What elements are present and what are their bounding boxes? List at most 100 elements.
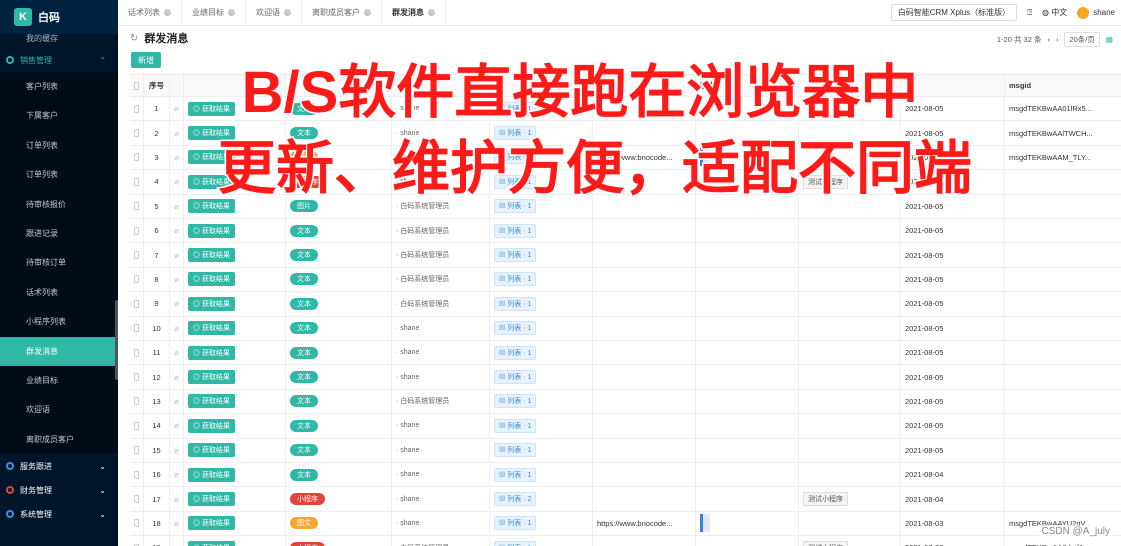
tab[interactable]: 业绩目标	[182, 0, 246, 26]
row-checkbox[interactable]	[134, 421, 139, 430]
sidebar-item[interactable]: 小程序列表	[0, 307, 118, 337]
row-checkbox[interactable]	[134, 348, 139, 357]
help-icon[interactable]: ⍰	[1027, 8, 1032, 18]
sidebar-item[interactable]: 群发消息	[0, 336, 118, 366]
list-tag[interactable]: ☒ 列表 · 1	[494, 516, 537, 531]
tab[interactable]: 欢迎语	[246, 0, 302, 26]
get-result-button[interactable]: ◎ 获取结果	[188, 443, 235, 458]
get-result-button[interactable]: ◎ 获取结果	[188, 150, 235, 165]
thumbnail-image[interactable]	[700, 514, 710, 533]
row-checkbox[interactable]	[134, 519, 139, 528]
list-tag[interactable]: ☒ 列表 · 1	[494, 150, 537, 165]
sidebar-item[interactable]: 跟进记录	[0, 218, 118, 249]
row-checkbox[interactable]	[134, 251, 139, 260]
row-checkbox[interactable]	[134, 446, 139, 455]
thumbnail-image[interactable]	[700, 148, 710, 167]
sidebar-item[interactable]: 订单列表	[0, 160, 118, 190]
close-icon[interactable]	[284, 9, 291, 16]
list-tag[interactable]: ☒ 列表 · 2	[494, 492, 537, 507]
refresh-icon[interactable]: ↻	[130, 33, 138, 44]
language-switch[interactable]: ◍ 中文	[1042, 7, 1067, 18]
close-icon[interactable]	[364, 9, 371, 16]
sidebar-item[interactable]: 待审核报价	[0, 189, 118, 219]
sidebar-item[interactable]: 下属客户	[0, 101, 118, 131]
sidebar-item[interactable]: 订单列表	[0, 130, 118, 161]
list-tag[interactable]: ☒ 列表 · 1	[494, 443, 537, 458]
list-tag[interactable]: ☒ 列表 · 1	[494, 223, 537, 238]
get-result-button[interactable]: ◎ 获取结果	[188, 223, 235, 238]
row-checkbox[interactable]	[134, 129, 139, 138]
next-page-icon[interactable]: ›	[1056, 35, 1059, 44]
list-tag[interactable]: ☒ 列表 · 1	[494, 199, 537, 214]
row-checkbox[interactable]	[134, 373, 139, 382]
sidebar-group-3[interactable]: 系统管理 ⌄	[0, 502, 118, 526]
list-tag[interactable]: ☒ 列表 · 1	[494, 394, 537, 409]
select-all-checkbox[interactable]	[134, 81, 139, 90]
new-button[interactable]: 新增	[131, 52, 161, 68]
get-result-button[interactable]: ◎ 获取结果	[188, 296, 235, 311]
get-result-button[interactable]: ◎ 获取结果	[188, 540, 235, 546]
name-cell	[799, 414, 901, 438]
row-checkbox[interactable]	[134, 104, 139, 113]
get-result-button[interactable]: ◎ 获取结果	[188, 516, 235, 531]
list-tag[interactable]: ☒ 列表 · 1	[494, 540, 537, 546]
get-result-button[interactable]: ◎ 获取结果	[188, 321, 235, 336]
get-result-button[interactable]: ◎ 获取结果	[188, 126, 235, 141]
prev-page-icon[interactable]: ‹	[1047, 35, 1050, 44]
user-menu[interactable]: shane	[1077, 6, 1115, 19]
get-result-button[interactable]: ◎ 获取结果	[188, 467, 235, 482]
row-checkbox[interactable]	[134, 397, 139, 406]
get-result-button[interactable]: ◎ 获取结果	[188, 345, 235, 360]
get-result-button[interactable]: ◎ 获取结果	[188, 394, 235, 409]
app-logo[interactable]: K 白码	[0, 0, 118, 34]
list-tag[interactable]: ☒ 列表 · 1	[494, 370, 537, 385]
list-tag[interactable]: ☒ 列表 · 1	[494, 101, 537, 116]
sidebar-item-partial[interactable]: 我的缓存	[0, 34, 118, 48]
row-checkbox[interactable]	[134, 177, 139, 186]
list-tag[interactable]: ☒ 列表 · 1	[494, 272, 537, 287]
close-icon[interactable]	[428, 9, 435, 16]
sidebar-scrollbar[interactable]	[115, 300, 118, 380]
list-tag[interactable]: ☒ 列表 · 1	[494, 418, 537, 433]
crm-version-label[interactable]: 白码智能CRM Xplus（标准版）	[890, 4, 1018, 21]
get-result-button[interactable]: ◎ 获取结果	[188, 492, 235, 507]
get-result-button[interactable]: ◎ 获取结果	[188, 272, 235, 287]
row-checkbox[interactable]	[134, 299, 139, 308]
close-icon[interactable]	[228, 9, 235, 16]
list-tag[interactable]: ☒ 列表 · 1	[494, 126, 537, 141]
row-checkbox[interactable]	[134, 275, 139, 284]
list-tag[interactable]: ☒ 列表 · 1	[494, 248, 537, 263]
row-checkbox[interactable]	[134, 153, 139, 162]
row-checkbox[interactable]	[134, 470, 139, 479]
grid-view-icon[interactable]: ▦	[1106, 35, 1113, 44]
close-icon[interactable]	[164, 9, 171, 16]
list-tag[interactable]: ☒ 列表 · 1	[494, 467, 537, 482]
sidebar-item[interactable]: 欢迎语	[0, 395, 118, 425]
row-checkbox[interactable]	[134, 324, 139, 333]
list-tag[interactable]: ☒ 列表 · 1	[494, 345, 537, 360]
get-result-button[interactable]: ◎ 获取结果	[188, 370, 235, 385]
sidebar-item[interactable]: 话术列表	[0, 277, 118, 308]
sidebar-group-0[interactable]: 销售管理 ⌃	[0, 48, 118, 72]
list-tag[interactable]: ☒ 列表 · 1	[494, 321, 537, 336]
sidebar-item[interactable]: 业绩目标	[0, 365, 118, 396]
sidebar-group-1[interactable]: 服务跟进 ⌄	[0, 454, 118, 478]
get-result-button[interactable]: ◎ 获取结果	[188, 418, 235, 433]
row-checkbox[interactable]	[134, 495, 139, 504]
get-result-button[interactable]: ◎ 获取结果	[188, 101, 235, 116]
sidebar-item[interactable]: 待审核订单	[0, 248, 118, 278]
sidebar-item[interactable]: 客户列表	[0, 72, 118, 102]
page-size-select[interactable]: 20条/页	[1064, 32, 1100, 47]
list-tag[interactable]: ☒ 列表 · 1	[494, 174, 537, 189]
get-result-button[interactable]: ◎ 获取结果	[188, 248, 235, 263]
sidebar-group-2[interactable]: 财务管理 ⌄	[0, 478, 118, 502]
row-checkbox[interactable]	[134, 226, 139, 235]
tab[interactable]: 离职成员客户	[302, 0, 382, 26]
list-tag[interactable]: ☒ 列表 · 1	[494, 296, 537, 311]
row-checkbox[interactable]	[134, 202, 139, 211]
get-result-button[interactable]: ◎ 获取结果	[188, 199, 235, 214]
tab[interactable]: 话术列表	[118, 0, 182, 26]
get-result-button[interactable]: ◎ 获取结果	[188, 174, 235, 189]
sidebar-item[interactable]: 离职成员客户	[0, 424, 118, 455]
tab[interactable]: 群发消息	[382, 0, 446, 26]
